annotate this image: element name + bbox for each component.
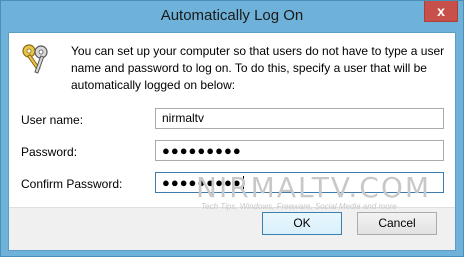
window-title: Automatically Log On <box>160 7 304 24</box>
cancel-button[interactable]: Cancel <box>357 212 437 235</box>
password-field[interactable]: ●●●●●●●●● <box>155 140 444 161</box>
ok-button[interactable]: OK <box>262 212 342 235</box>
dialog-content: You can set up your computer so that use… <box>8 32 456 251</box>
keys-icon <box>22 44 48 74</box>
user-name-field[interactable]: nirmaltv <box>155 108 444 129</box>
close-icon: x <box>437 3 445 19</box>
description-text: You can set up your computer so that use… <box>71 44 445 92</box>
dialog-window: Automatically Log On x You can set up yo… <box>0 0 464 257</box>
watermark-tagline: Tech Tips, Windows, Freeware, Social Med… <box>201 202 397 211</box>
close-button[interactable]: x <box>424 1 458 22</box>
watermark-logo: NIRMALTV.COM <box>196 171 432 204</box>
title-bar[interactable]: Automatically Log On x <box>1 1 463 32</box>
password-label: Password: <box>21 145 78 159</box>
password-value: ●●●●●●●●● <box>162 143 242 158</box>
user-name-label: User name: <box>21 113 84 127</box>
user-name-value: nirmaltv <box>162 111 205 125</box>
confirm-password-label: Confirm Password: <box>21 177 123 191</box>
